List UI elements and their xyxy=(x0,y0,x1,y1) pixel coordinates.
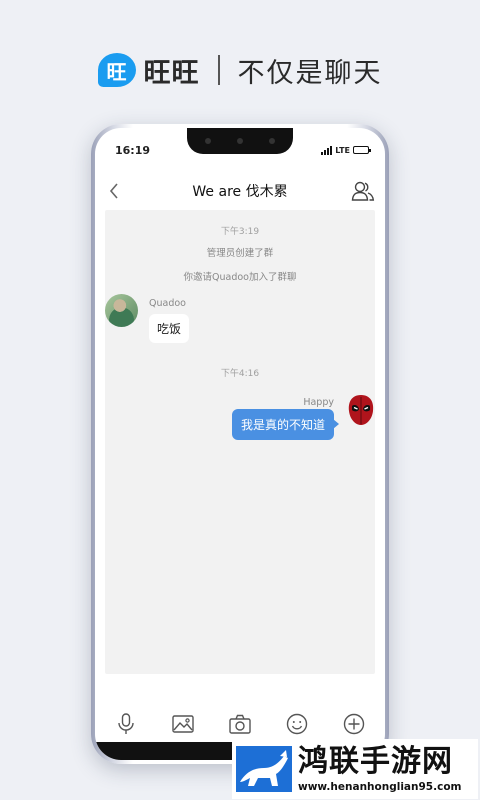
image-icon xyxy=(172,715,194,733)
site-watermark: 鸿联手游网 www.henanhonglian95.com xyxy=(232,739,478,799)
voice-button[interactable] xyxy=(114,712,138,736)
bull-logo-icon xyxy=(236,746,292,792)
group-members-button[interactable] xyxy=(351,180,375,202)
chat-title: We are 伐木累 xyxy=(192,184,288,200)
emoji-icon xyxy=(286,713,308,735)
chat-messages[interactable]: 下午3:19 管理员创建了群 你邀请Quadoo加入了群聊 Quadoo 吃饭 … xyxy=(105,210,375,674)
camera-button[interactable] xyxy=(228,712,252,736)
watermark-url: www.henanhonglian95.com xyxy=(298,781,462,793)
message-timestamp: 下午4:16 xyxy=(220,369,260,379)
camera-icon xyxy=(229,714,251,734)
slogan: 不仅是聊天 xyxy=(237,57,383,89)
message-bubble-outgoing[interactable]: 我是真的不知道 xyxy=(231,409,340,440)
signal-icon xyxy=(321,145,333,155)
avatar-happy[interactable] xyxy=(346,393,376,427)
phone-frame: 16:19 LTE We are 伐木累 下午3:19 管理员创建了群 你邀请Q… xyxy=(91,124,389,764)
system-message: 你邀请Quadoo加入了群聊 xyxy=(183,272,297,283)
back-button[interactable] xyxy=(103,180,125,202)
group-members-icon xyxy=(351,181,375,201)
sender-name: Quadoo xyxy=(149,298,186,309)
status-bar: 16:19 LTE xyxy=(95,128,385,164)
wangwang-logo-icon: 旺 xyxy=(97,53,136,87)
network-type: LTE xyxy=(335,145,350,155)
divider xyxy=(217,55,220,85)
status-time: 16:19 xyxy=(115,143,151,157)
watermark-title: 鸿联手游网 xyxy=(298,744,453,779)
phone-screen: 16:19 LTE We are 伐木累 下午3:19 管理员创建了群 你邀请Q… xyxy=(95,128,385,760)
more-button[interactable] xyxy=(342,712,366,736)
brand-name: 旺旺 xyxy=(143,57,200,89)
system-message: 管理员创建了群 xyxy=(206,248,274,259)
avatar-quadoo[interactable] xyxy=(105,294,138,327)
microphone-icon xyxy=(117,713,134,734)
chevron-left-icon xyxy=(109,183,118,199)
emoji-button[interactable] xyxy=(285,712,309,736)
plus-icon xyxy=(344,713,365,735)
status-indicators: LTE xyxy=(321,145,371,155)
input-toolbar xyxy=(95,706,385,742)
message-timestamp: 下午3:19 xyxy=(220,227,260,237)
chat-nav-bar: We are 伐木累 xyxy=(95,172,385,210)
battery-icon xyxy=(353,146,371,154)
watermark-text: 鸿联手游网 www.henanhonglian95.com xyxy=(298,744,462,794)
message-bubble-incoming[interactable]: 吃饭 xyxy=(149,314,190,343)
image-button[interactable] xyxy=(171,712,195,736)
sender-name: Happy xyxy=(303,397,334,408)
app-banner: 旺 旺旺 不仅是聊天 xyxy=(0,44,480,96)
